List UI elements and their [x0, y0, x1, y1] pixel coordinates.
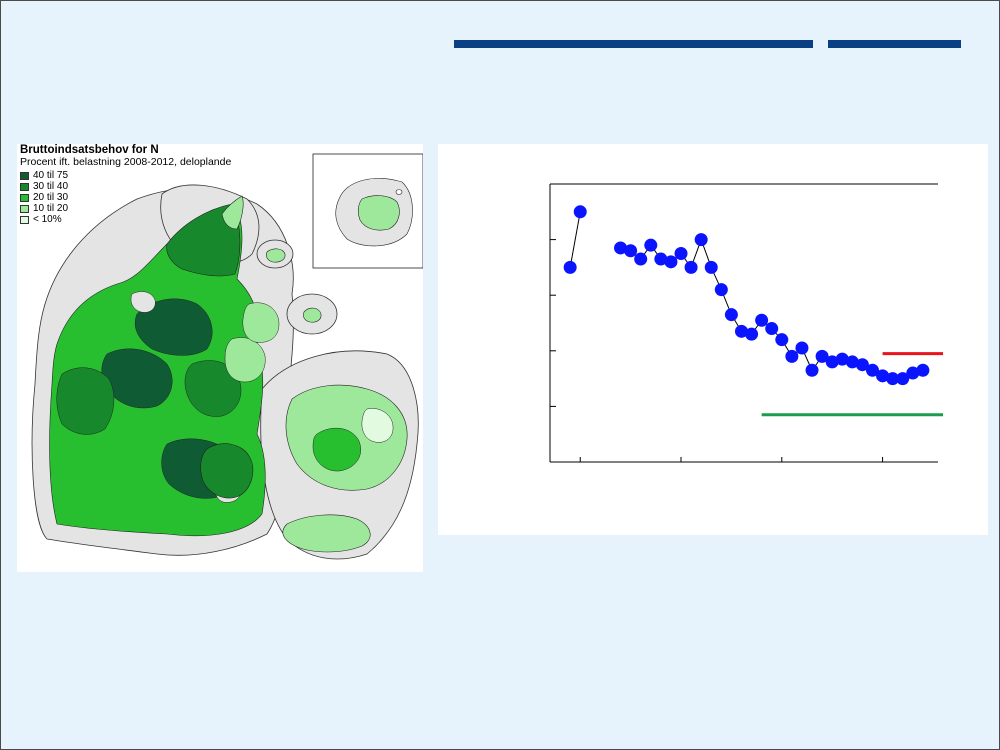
slide-background: Bruttoindsatsbehov for N Procent ift. be…: [0, 0, 1000, 750]
header-accent-bar-short: [828, 40, 961, 48]
map-subtitle: Procent ift. belastning 2008-2012, delop…: [20, 156, 232, 168]
denmark-map: [31, 153, 423, 560]
data-point: [694, 233, 708, 247]
nitrogen-map-panel: Bruttoindsatsbehov for N Procent ift. be…: [17, 144, 423, 572]
data-point: [805, 363, 819, 377]
legend-swatch: [20, 182, 29, 191]
legend-item: 30 til 40: [20, 181, 68, 192]
data-point: [755, 313, 769, 327]
laeso-land: [266, 248, 286, 263]
legend-item: 10 til 20: [20, 203, 68, 214]
map-legend: 40 til 75 30 til 40 20 til 30 10 til 20 …: [20, 170, 68, 225]
data-point: [684, 260, 698, 274]
legend-swatch: [20, 193, 29, 202]
catchment-mid-west: [56, 367, 115, 435]
data-point: [765, 322, 779, 336]
lolland-land: [282, 514, 371, 553]
data-point: [714, 283, 728, 297]
data-point: [674, 247, 688, 260]
legend-swatch: [20, 204, 29, 213]
header-accent-bar: [454, 40, 813, 48]
map-title: Bruttoindsatsbehov for N: [20, 144, 159, 156]
bornholm-land: [357, 195, 400, 231]
data-point: [785, 349, 799, 363]
data-point: [745, 327, 759, 341]
legend-item: 40 til 75: [20, 170, 68, 181]
series-line: [569, 211, 581, 268]
data-point: [775, 333, 789, 347]
data-point: [724, 308, 738, 322]
legend-swatch: [20, 171, 29, 180]
data-point: [916, 363, 930, 377]
christianso-land: [395, 189, 403, 195]
trend-chart: [549, 183, 944, 463]
legend-label: < 10%: [33, 213, 62, 225]
data-point: [563, 260, 577, 274]
data-point: [704, 260, 718, 274]
data-point: [573, 205, 587, 219]
legend-label: 20 til 30: [33, 191, 69, 203]
data-point: [664, 255, 678, 269]
data-point: [634, 252, 648, 266]
legend-label: 10 til 20: [33, 202, 69, 214]
trend-chart-panel: [438, 144, 988, 535]
data-point: [624, 244, 638, 258]
legend-item: 20 til 30: [20, 192, 68, 203]
legend-item: < 10%: [20, 214, 68, 225]
legend-label: 40 til 75: [33, 169, 69, 181]
anholt-land: [303, 307, 322, 323]
legend-swatch: [20, 215, 29, 224]
data-point: [795, 341, 809, 355]
data-point: [644, 238, 658, 252]
legend-label: 30 til 40: [33, 180, 69, 192]
